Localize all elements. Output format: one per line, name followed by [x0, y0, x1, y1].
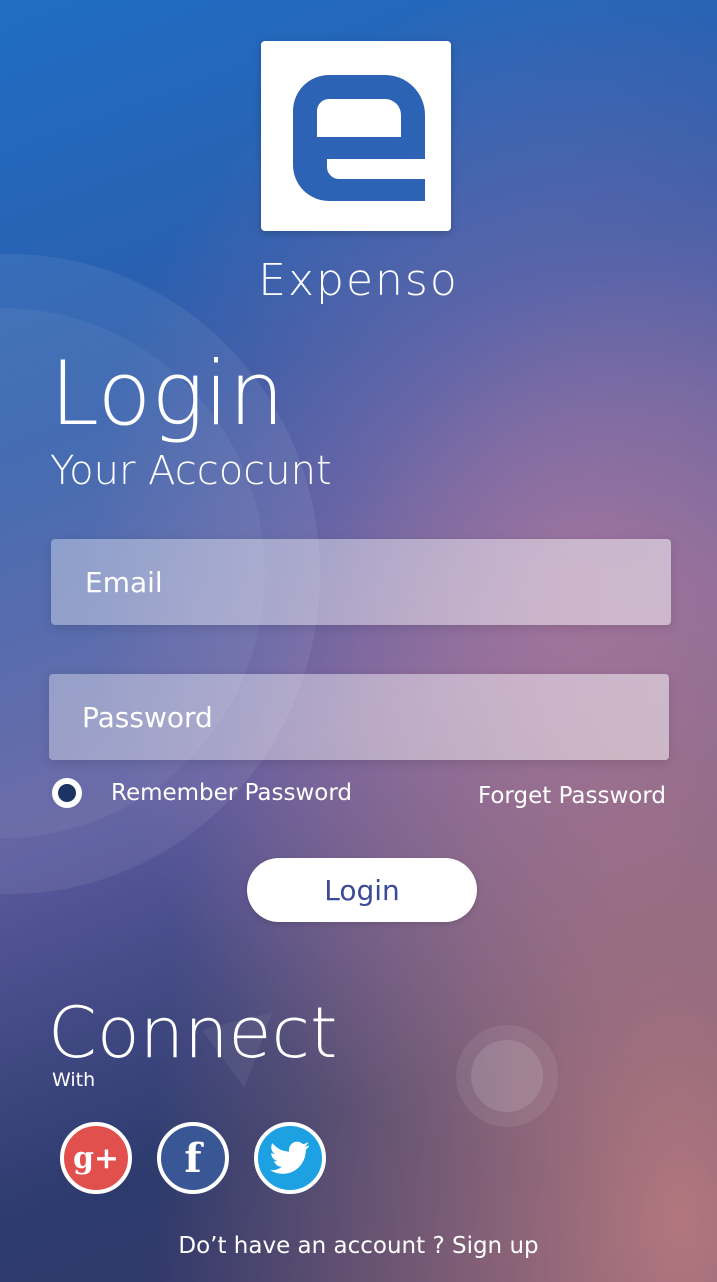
decorative-ring-inner	[471, 1040, 543, 1112]
connect-title: Connect	[48, 992, 338, 1074]
google-plus-button[interactable]: g+	[60, 1122, 132, 1194]
expenso-logo-icon	[293, 75, 425, 201]
password-field[interactable]	[49, 674, 669, 760]
connect-subtitle: With	[52, 1069, 96, 1091]
signup-link[interactable]: Sign up	[452, 1233, 539, 1259]
remember-password-radio[interactable]	[52, 778, 82, 808]
facebook-icon: f	[184, 1134, 202, 1182]
app-logo	[261, 41, 451, 231]
signup-prompt: Do’t have an account ? Sign up	[0, 1233, 717, 1259]
page-subtitle: Your Accocunt	[50, 448, 332, 494]
facebook-button[interactable]: f	[157, 1122, 229, 1194]
twitter-icon	[270, 1141, 310, 1174]
remember-password-label: Remember Password	[111, 780, 353, 806]
signup-prompt-text: Do’t have an account ?	[178, 1233, 452, 1259]
login-screen: Expenso Login Your Accocunt Remember Pas…	[0, 0, 717, 1282]
login-button[interactable]: Login	[247, 858, 477, 922]
radio-dot	[58, 784, 76, 802]
email-field[interactable]	[51, 539, 671, 625]
page-title: Login	[50, 342, 285, 445]
app-name: Expenso	[258, 255, 459, 306]
google-plus-icon: g+	[72, 1140, 120, 1176]
forgot-password-link[interactable]: Forget Password	[440, 783, 666, 809]
twitter-button[interactable]	[254, 1122, 326, 1194]
